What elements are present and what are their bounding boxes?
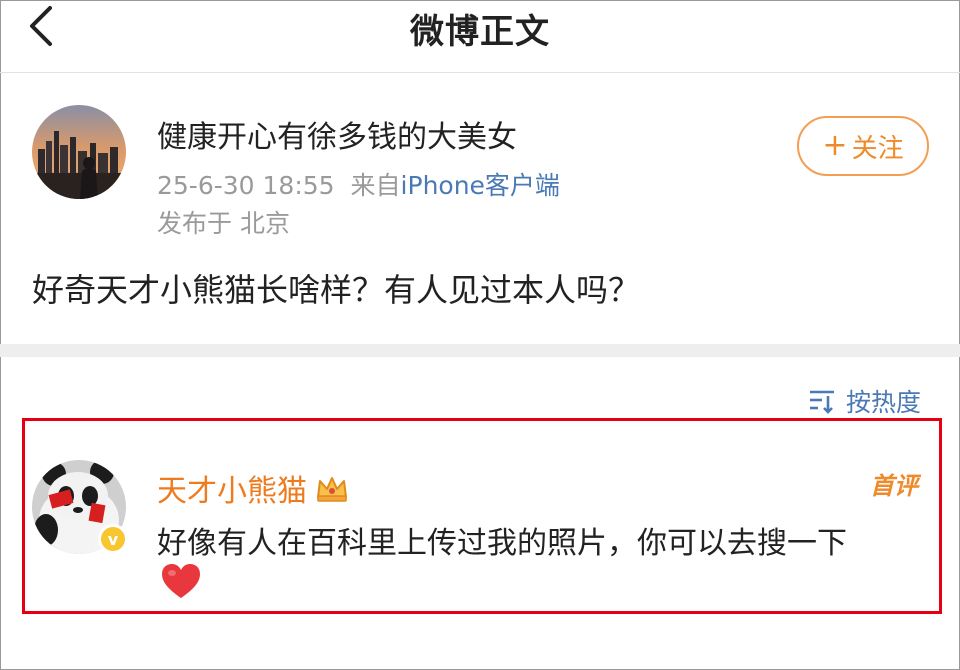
follow-button[interactable]: + 关注 xyxy=(797,116,929,176)
comment-text: 好像有人在百科里上传过我的照片，你可以去搜一下 xyxy=(157,526,847,561)
post-location: 发布于 北京 xyxy=(157,209,290,238)
heart-icon xyxy=(162,564,200,598)
section-divider xyxy=(0,344,960,357)
source-link[interactable]: iPhone客户端 xyxy=(401,171,560,200)
commenter-name[interactable]: 天才小熊猫 xyxy=(157,466,307,510)
first-comment-badge: 首评 xyxy=(870,472,918,500)
sort-icon xyxy=(810,390,834,414)
city-skyline-photo xyxy=(32,105,126,199)
sort-toggle[interactable]: 按热度 xyxy=(808,383,921,419)
plus-icon: + xyxy=(822,128,848,163)
author-avatar[interactable] xyxy=(32,105,126,199)
sort-label: 按热度 xyxy=(846,388,922,417)
post-timestamp: 25-6-30 18:55 xyxy=(157,171,335,200)
follow-label: 关注 xyxy=(851,133,904,164)
commenter-avatar[interactable]: v xyxy=(32,460,128,554)
commenter-name-row: 天才小熊猫 xyxy=(157,466,349,510)
page-title: 微博正文 xyxy=(410,12,550,52)
post-meta: 25-6-30 18:55 来自iPhone客户端 xyxy=(157,166,560,202)
post-body: 好奇天才小熊猫长啥样？有人见过本人吗？ xyxy=(32,271,641,309)
verified-badge-icon: v xyxy=(98,524,128,554)
crown-icon xyxy=(317,477,347,502)
source-prefix: 来自 xyxy=(350,171,401,200)
author-name[interactable]: 健康开心有徐多钱的大美女 xyxy=(157,112,517,156)
navigation-bar: 微博正文 xyxy=(0,0,960,73)
